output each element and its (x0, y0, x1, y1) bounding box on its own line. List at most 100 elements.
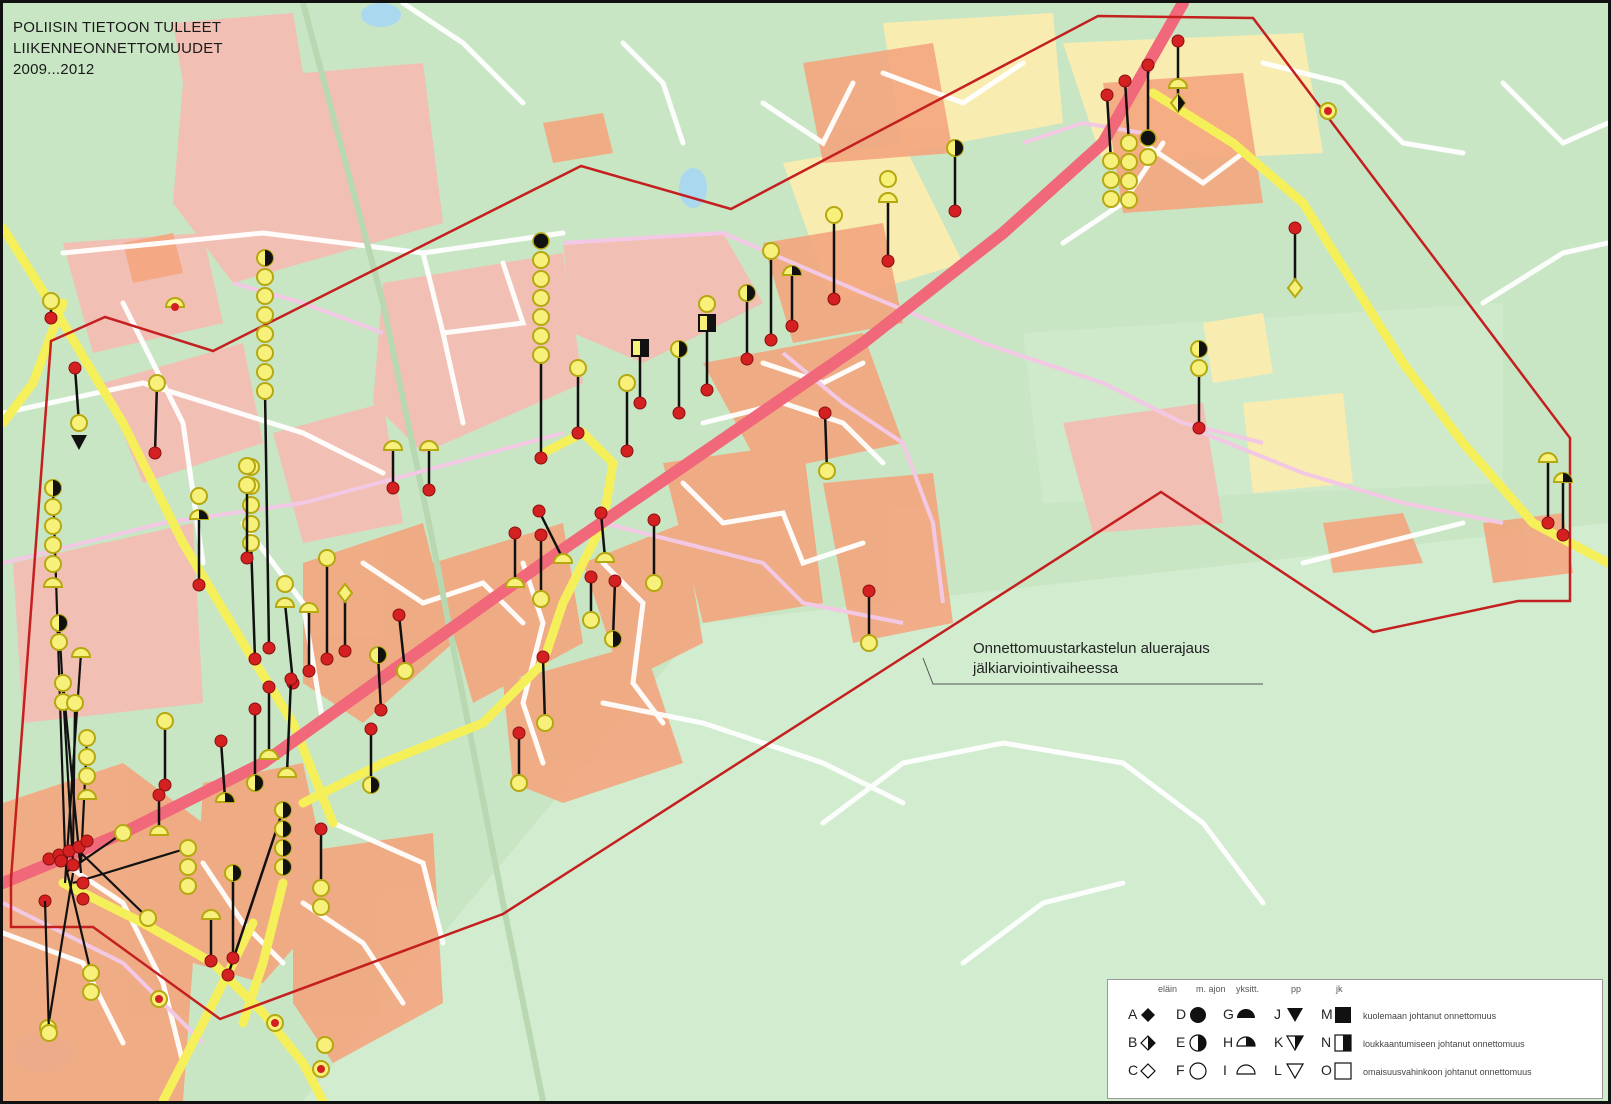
accident-point (620, 444, 634, 458)
symbol-single-damage (552, 553, 574, 564)
symbol-vehicle-damage (238, 457, 256, 475)
symbol-vehicle-damage (1102, 190, 1120, 208)
symbol-vehicle-damage (532, 308, 550, 326)
symbol-vehicle-damage (860, 634, 878, 652)
symbol-vehicle-damage (318, 549, 336, 567)
symbol-vehicle-damage (256, 382, 274, 400)
accident-point (764, 333, 778, 347)
accident-point (80, 834, 94, 848)
accident-point (1288, 221, 1302, 235)
symbol-vehicle-damage (50, 633, 68, 651)
animal-injury-icon (1140, 1035, 1156, 1051)
symbol-vehicle-damage (78, 729, 96, 747)
accident-point (364, 722, 378, 736)
accident-point (647, 513, 661, 527)
accident-point (532, 504, 546, 518)
symbol-vehicle-damage (312, 879, 330, 897)
symbol-vehicle-damage (1102, 171, 1120, 189)
symbol-vehicle-fatal (532, 232, 550, 250)
symbol-single-damage (1167, 78, 1189, 89)
accident-point (1118, 74, 1132, 88)
accident-point (608, 574, 622, 588)
title-line-1: POLIISIN TIETOON TULLEET (13, 19, 222, 36)
animal-damage-icon (1140, 1063, 1156, 1079)
symbol-vehicle-damage (532, 251, 550, 269)
symbol-vehicle-damage (1120, 191, 1138, 209)
accident-point (214, 734, 228, 748)
symbol-vehicle-damage (532, 289, 550, 307)
accident-point (262, 641, 276, 655)
symbol-vehicle-damage (316, 1036, 334, 1054)
accident-point (155, 995, 163, 1003)
symbol-vehicle-damage (66, 694, 84, 712)
legend-letter-h: H (1223, 1034, 1234, 1050)
legend-letter-e: E (1176, 1034, 1186, 1050)
symbol-single-damage (274, 597, 296, 608)
symbol-vehicle-damage (532, 590, 550, 608)
legend-letter-o: O (1321, 1062, 1332, 1078)
symbol-single-damage (877, 192, 899, 203)
legend-letter-c: C (1128, 1062, 1139, 1078)
accident-point (700, 383, 714, 397)
symbol-vehicle-damage (179, 858, 197, 876)
title-period: 2009...2012 (13, 61, 95, 78)
accident-point (171, 303, 179, 311)
symbol-vehicle-damage (256, 268, 274, 286)
accident-point (262, 680, 276, 694)
vehicle-damage-icon (1189, 1062, 1207, 1080)
symbol-vehicle-damage (256, 363, 274, 381)
symbol-vehicle-damage (762, 242, 780, 260)
symbol-vehicle-damage (70, 414, 88, 432)
symbol-vehicle-damage (114, 824, 132, 842)
accident-point (338, 644, 352, 658)
symbol-vehicle-damage (256, 306, 274, 324)
accident-map[interactable] (3, 3, 1608, 1101)
legend-letter-i: I (1223, 1062, 1227, 1078)
symbol-single-damage (276, 767, 298, 778)
symbol-vehicle-damage (1102, 152, 1120, 170)
legend-letter-b: B (1128, 1034, 1138, 1050)
accident-point (422, 483, 436, 497)
accident-point (1556, 528, 1570, 542)
accident-point (584, 570, 598, 584)
accident-point (54, 854, 68, 868)
legend-injury-description: loukkaantumiseen johtanut onnettomuus (1363, 1039, 1525, 1049)
symbol-vehicle-damage (569, 359, 587, 377)
accident-point (204, 954, 218, 968)
accident-point (44, 311, 58, 325)
accident-point (392, 608, 406, 622)
symbol-vehicle-damage (312, 898, 330, 916)
symbol-vehicle-damage (44, 517, 62, 535)
accident-point (192, 578, 206, 592)
single-injury-icon (1236, 1036, 1256, 1047)
symbol-single-damage (1537, 452, 1559, 463)
accident-point (818, 406, 832, 420)
symbol-single-damage (418, 440, 440, 451)
symbol-vehicle-damage (44, 536, 62, 554)
symbol-vehicle-damage (42, 292, 60, 310)
accident-point (314, 822, 328, 836)
legend-header-pedestrian: jk (1336, 984, 1343, 994)
symbol-single-damage (200, 909, 222, 920)
symbol-vehicle-fatal (1139, 129, 1157, 147)
boundary-label-line-1: Onnettomuustarkastelun aluerajaus (973, 640, 1210, 657)
symbol-vehicle-damage (532, 346, 550, 364)
symbol-vehicle-damage (78, 748, 96, 766)
symbol-single-damage (258, 749, 280, 760)
accident-point (271, 1019, 279, 1027)
cyclist-fatal-icon (1287, 1008, 1303, 1022)
accident-point (76, 892, 90, 906)
symbol-vehicle-damage (238, 476, 256, 494)
symbol-vehicle-damage (82, 983, 100, 1001)
accident-point (317, 1065, 325, 1073)
symbol-vehicle-damage (536, 714, 554, 732)
symbol-vehicle-damage (78, 767, 96, 785)
accident-point (536, 650, 550, 664)
accident-point (374, 703, 388, 717)
accident-point (881, 254, 895, 268)
legend-letter-d: D (1176, 1006, 1187, 1022)
symbol-vehicle-damage (82, 964, 100, 982)
pedestrian-fatal-icon (1335, 1007, 1351, 1023)
legend-letter-k: K (1274, 1034, 1284, 1050)
accident-point (248, 702, 262, 716)
